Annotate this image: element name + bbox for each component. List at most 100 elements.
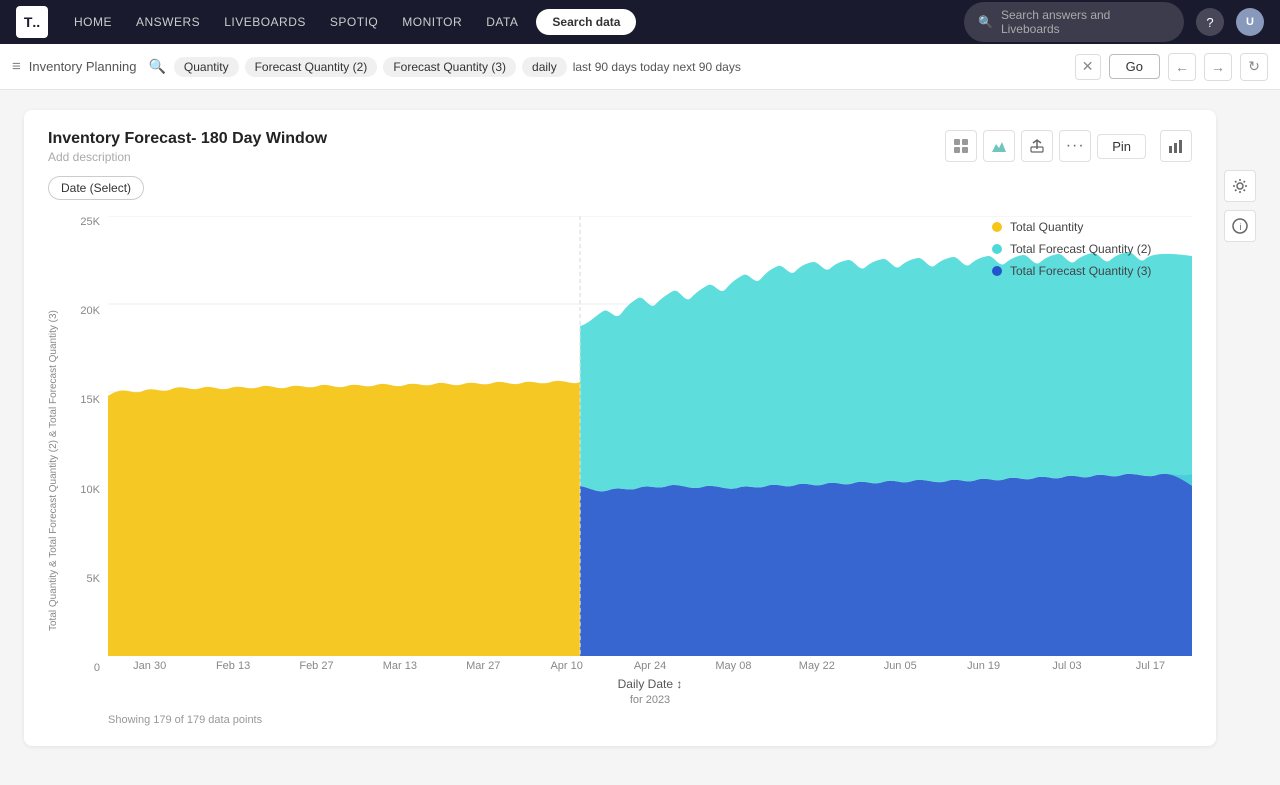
y-tick-20k: 20K bbox=[80, 305, 104, 317]
nav-home[interactable]: HOME bbox=[64, 9, 122, 35]
x-tick-jun05: Jun 05 bbox=[859, 660, 942, 672]
chart-legend: Total Quantity Total Forecast Quantity (… bbox=[992, 216, 1192, 282]
pin-button[interactable]: Pin bbox=[1097, 134, 1146, 159]
search-small-icon: 🔍 bbox=[148, 58, 165, 75]
y-axis-ticks: 25K 20K 15K 10K 5K 0 bbox=[68, 216, 104, 674]
chart-area: Total Quantity & Total Forecast Quantity… bbox=[48, 216, 1192, 726]
legend-label-forecast2: Total Forecast Quantity (2) bbox=[1010, 242, 1151, 256]
legend-dot-quantity bbox=[992, 222, 1002, 232]
global-search-bar[interactable]: 🔍 Search answers and Liveboards bbox=[964, 2, 1184, 42]
refresh-button[interactable]: ↻ bbox=[1240, 53, 1268, 81]
bar-chart-icon bbox=[1168, 138, 1184, 154]
chart-title-section: Inventory Forecast- 180 Day Window Add d… bbox=[48, 130, 327, 164]
gear-icon bbox=[1232, 178, 1248, 194]
legend-dot-forecast2 bbox=[992, 244, 1002, 254]
x-tick-apr24: Apr 24 bbox=[608, 660, 691, 672]
tag-quantity[interactable]: Quantity bbox=[174, 57, 239, 77]
breadcrumb-title: Inventory Planning bbox=[29, 59, 137, 74]
avatar-initials: U bbox=[1246, 16, 1254, 28]
legend-item-forecast3: Total Forecast Quantity (3) bbox=[992, 264, 1192, 278]
share-icon bbox=[1030, 139, 1044, 153]
table-icon bbox=[953, 138, 969, 154]
x-tick-jul17: Jul 17 bbox=[1109, 660, 1192, 672]
x-tick-jan30: Jan 30 bbox=[108, 660, 191, 672]
go-button[interactable]: Go bbox=[1109, 54, 1160, 79]
info-icon: i bbox=[1232, 218, 1248, 234]
y-axis-label: Total Quantity & Total Forecast Quantity… bbox=[48, 216, 64, 726]
blue-area bbox=[580, 474, 1192, 656]
x-axis-label: Daily Date ↕ bbox=[618, 677, 683, 691]
x-tick-jul03: Jul 03 bbox=[1025, 660, 1108, 672]
x-tick-mar13: Mar 13 bbox=[358, 660, 441, 672]
legend-dot-forecast3 bbox=[992, 266, 1002, 276]
chart-inner: 25K 20K 15K 10K 5K 0 bbox=[68, 216, 1192, 726]
yellow-area bbox=[108, 381, 580, 656]
user-avatar[interactable]: U bbox=[1236, 8, 1264, 36]
tag-forecast2[interactable]: Forecast Quantity (2) bbox=[245, 57, 378, 77]
area-chart-icon bbox=[991, 138, 1007, 154]
table-view-button[interactable] bbox=[945, 130, 977, 162]
side-panel: i bbox=[1216, 110, 1256, 746]
filter-row: Date (Select) bbox=[48, 176, 1192, 200]
legend-item-quantity: Total Quantity bbox=[992, 220, 1192, 234]
chart-description[interactable]: Add description bbox=[48, 150, 327, 164]
search-tags: Quantity Forecast Quantity (2) Forecast … bbox=[174, 57, 1067, 77]
date-range-text: last 90 days today next 90 days bbox=[573, 60, 741, 74]
search-placeholder: Search answers and Liveboards bbox=[1001, 8, 1170, 36]
sort-icon[interactable]: ↕ bbox=[676, 677, 682, 691]
breadcrumb-actions: ✕ Go ← → ↻ bbox=[1075, 53, 1268, 81]
x-tick-may22: May 22 bbox=[775, 660, 858, 672]
main-content: Inventory Forecast- 180 Day Window Add d… bbox=[0, 90, 1280, 785]
y-tick-5k: 5K bbox=[87, 573, 104, 585]
svg-text:i: i bbox=[1240, 222, 1242, 232]
legend-label-quantity: Total Quantity bbox=[1010, 220, 1083, 234]
x-axis-ticks: Jan 30 Feb 13 Feb 27 Mar 13 Mar 27 Apr 1… bbox=[108, 656, 1192, 672]
x-tick-feb13: Feb 13 bbox=[191, 660, 274, 672]
chart-header: Inventory Forecast- 180 Day Window Add d… bbox=[48, 130, 1192, 164]
y-tick-10k: 10K bbox=[80, 484, 104, 496]
x-tick-may08: May 08 bbox=[692, 660, 775, 672]
y-tick-0: 0 bbox=[94, 662, 104, 674]
x-tick-feb27: Feb 27 bbox=[275, 660, 358, 672]
x-axis-label-row: Daily Date ↕ for 2023 bbox=[108, 676, 1192, 706]
tag-daily[interactable]: daily bbox=[522, 57, 567, 77]
back-button[interactable]: ← bbox=[1168, 53, 1196, 81]
more-options-button[interactable]: ··· bbox=[1059, 130, 1091, 162]
nav-answers[interactable]: ANSWERS bbox=[126, 9, 210, 35]
x-axis-label-text: Daily Date bbox=[618, 677, 673, 691]
chart-plot bbox=[108, 216, 1192, 656]
settings-button[interactable] bbox=[1224, 170, 1256, 202]
clear-search-button[interactable]: ✕ bbox=[1075, 54, 1101, 80]
tag-forecast3[interactable]: Forecast Quantity (3) bbox=[383, 57, 516, 77]
chart-svg bbox=[108, 216, 1192, 656]
forward-button[interactable]: → bbox=[1204, 53, 1232, 81]
menu-icon[interactable]: ≡ bbox=[12, 58, 21, 75]
chart-title: Inventory Forecast- 180 Day Window bbox=[48, 130, 327, 148]
chart-wrapper: Inventory Forecast- 180 Day Window Add d… bbox=[24, 110, 1256, 746]
date-filter-button[interactable]: Date (Select) bbox=[48, 176, 144, 200]
search-data-button[interactable]: Search data bbox=[536, 9, 636, 35]
topnav-right: 🔍 Search answers and Liveboards ? U bbox=[964, 2, 1264, 42]
chart-panel: Inventory Forecast- 180 Day Window Add d… bbox=[24, 110, 1216, 746]
nav-data[interactable]: DATA bbox=[476, 9, 528, 35]
share-button[interactable] bbox=[1021, 130, 1053, 162]
help-button[interactable]: ? bbox=[1196, 8, 1224, 36]
y-tick-15k: 15K bbox=[80, 394, 104, 406]
data-points-label: Showing 179 of 179 data points bbox=[108, 714, 262, 726]
ellipsis-icon: ··· bbox=[1066, 137, 1085, 155]
nav-spotiq[interactable]: SPOTIQ bbox=[320, 9, 388, 35]
x-tick-apr10: Apr 10 bbox=[525, 660, 608, 672]
y-tick-25k: 25K bbox=[80, 216, 104, 228]
chart-footer: Showing 179 of 179 data points bbox=[68, 714, 1192, 726]
nav-monitor[interactable]: MONITOR bbox=[392, 9, 472, 35]
x-tick-mar27: Mar 27 bbox=[442, 660, 525, 672]
nav-liveboards[interactable]: LIVEBOARDS bbox=[214, 9, 316, 35]
x-tick-jun19: Jun 19 bbox=[942, 660, 1025, 672]
bar-chart-button[interactable] bbox=[1160, 130, 1192, 162]
chart-type-button[interactable] bbox=[983, 130, 1015, 162]
x-axis-sublabel: for 2023 bbox=[630, 694, 670, 706]
info-button[interactable]: i bbox=[1224, 210, 1256, 242]
legend-item-forecast2: Total Forecast Quantity (2) bbox=[992, 242, 1192, 256]
chart-toolbar: ··· Pin bbox=[945, 130, 1192, 162]
app-logo[interactable]: T.. bbox=[16, 6, 48, 38]
